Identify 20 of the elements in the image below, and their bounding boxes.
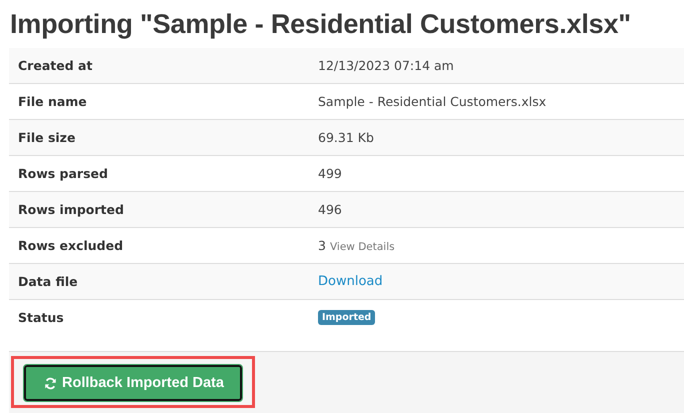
field-label: File size [17,130,76,145]
field-value: 499 [318,166,342,181]
field-label: Data file [17,274,79,289]
refresh-icon [44,376,57,390]
field-label: File name [17,94,88,109]
count-value: 3 [318,238,326,253]
field-label: Created at [17,58,94,73]
field-label: Rows parsed [17,166,109,181]
field-value: Sample - Residential Customers.xlsx [318,94,546,109]
rollback-button[interactable]: Rollback Imported Data [24,365,242,401]
status-badge: Imported [318,310,376,325]
page-title: Importing "Sample - Residential Customers.xlsx" [9,8,632,41]
download-link[interactable]: Download [318,274,383,289]
field-value: 496 [318,202,342,217]
view-details-link[interactable]: View Details [330,241,395,253]
field-label: Rows imported [17,202,125,217]
field-label: Rows excluded [17,238,124,253]
field-value: 69.31 Kb [318,130,374,145]
field-label: Status [17,310,65,325]
field-value: 12/13/2023 07:14 am [318,58,454,73]
